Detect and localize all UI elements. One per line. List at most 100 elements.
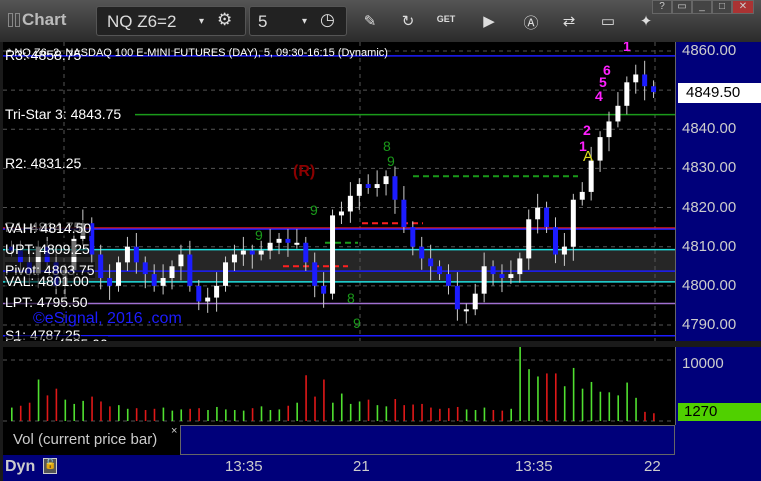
scale-mode[interactable]: Dyn xyxy=(5,458,35,476)
volume-bar xyxy=(367,399,370,421)
volume-bar xyxy=(118,405,120,421)
volume-bar xyxy=(430,407,432,421)
volume-bar xyxy=(492,410,495,421)
candle xyxy=(633,64,639,94)
volume-bar xyxy=(100,401,102,421)
candle xyxy=(392,166,398,214)
time-tick: 21 xyxy=(353,458,370,475)
volume-bar xyxy=(483,407,486,421)
candle xyxy=(642,60,648,101)
volume-bar xyxy=(653,413,655,421)
volume-pane[interactable] xyxy=(3,347,675,425)
candle xyxy=(347,182,353,223)
watermark: ©eSignal, 2016 .com xyxy=(33,310,182,327)
volume-bar xyxy=(510,408,512,421)
axis-filler xyxy=(675,425,761,455)
link-icon[interactable]: ⇄ xyxy=(559,12,579,30)
a-circle-icon[interactable]: Ⓐ xyxy=(521,12,541,33)
price-tick: 4840.00 xyxy=(682,120,737,138)
volume-bar xyxy=(590,381,593,421)
candle xyxy=(330,209,336,300)
comment-icon[interactable]: ▭ xyxy=(598,12,618,30)
twitter-icon[interactable]: ✦ xyxy=(636,12,656,30)
setup-count: 1 xyxy=(623,42,631,54)
setup-count: 9 xyxy=(353,315,361,331)
volume-bar xyxy=(403,405,405,421)
volume-bar xyxy=(153,408,156,421)
volume-bar xyxy=(171,410,174,421)
volume-tick: 10000 xyxy=(682,355,724,372)
volume-legend: Vol (current price bar) × xyxy=(3,425,180,455)
volume-bar xyxy=(242,410,245,421)
volume-axis[interactable]: 10000 1270 xyxy=(675,347,761,425)
volume-bar xyxy=(528,369,530,421)
volume-bar xyxy=(225,409,227,421)
candle xyxy=(365,174,371,194)
pencil-icon[interactable]: ✎ xyxy=(360,12,380,30)
volume-bar xyxy=(412,404,414,421)
time-axis[interactable]: Dyn 🔓 13:35 21 13:35 22 xyxy=(3,455,761,481)
r-annotation: (R) xyxy=(293,163,316,180)
volume-bar xyxy=(82,400,84,421)
setup-count: 9 xyxy=(255,227,263,243)
price-chart[interactable]: * NQ Z6=2, NASDAQ 100 E-MINI FUTURES (DA… xyxy=(3,42,675,341)
maximize-button[interactable]: □ xyxy=(712,0,732,14)
restore-menu-button[interactable]: ▭ xyxy=(672,0,692,14)
close-study-button[interactable]: × xyxy=(171,425,177,437)
volume-bar xyxy=(456,406,459,421)
level-label: R3: 4858.75 xyxy=(5,46,82,63)
close-button[interactable]: ✕ xyxy=(732,0,754,14)
price-axis[interactable]: 4860.004850.004840.004830.004820.004810.… xyxy=(675,42,761,341)
candle xyxy=(463,303,469,324)
candle xyxy=(356,178,362,210)
minimize-button[interactable]: _ xyxy=(692,0,712,14)
lock-icon[interactable]: 🔓 xyxy=(43,458,57,474)
clock-icon[interactable]: ◷ xyxy=(320,10,335,30)
volume-bar xyxy=(554,373,557,421)
candle xyxy=(187,240,193,292)
price-tick: 4800.00 xyxy=(682,276,737,294)
volume-bar xyxy=(447,408,450,421)
candle xyxy=(624,76,630,115)
volume-bar xyxy=(563,386,566,421)
help-button[interactable]: ? xyxy=(652,0,672,14)
volume-bar xyxy=(644,411,646,421)
candle xyxy=(401,186,407,234)
volume-bar xyxy=(162,407,165,421)
level-label: Tri-Star 3: 4843.75 xyxy=(5,105,122,122)
level-label: UPT: 4809.25 xyxy=(5,240,90,257)
volume-bar xyxy=(581,388,584,421)
setup-count: 2 xyxy=(583,122,591,138)
volume-bar xyxy=(189,408,191,421)
volume-bar xyxy=(144,410,147,421)
volume-bar xyxy=(269,410,272,421)
volume-bar xyxy=(278,409,281,421)
interval-value: 5 xyxy=(258,12,268,31)
symbol-select[interactable]: NQ Z6=2 ▾ ⚙ xyxy=(96,6,246,36)
volume-bar xyxy=(519,347,521,421)
volume-bar xyxy=(233,410,236,421)
refresh-icon[interactable]: ↻ xyxy=(398,12,418,30)
volume-bar xyxy=(91,396,93,421)
setup-a-marker: A xyxy=(583,148,594,165)
setup-count: 9 xyxy=(387,153,395,169)
price-tick: 4860.00 xyxy=(682,42,737,59)
candle xyxy=(579,182,585,206)
current-volume-label: 1270 xyxy=(678,403,761,421)
play-icon[interactable]: ▶ xyxy=(479,12,499,30)
get-icon[interactable]: GET xyxy=(436,14,456,24)
level-label: LPT: 4795.50 xyxy=(5,294,88,311)
volume-bar xyxy=(349,403,352,421)
gear-icon[interactable]: ⚙ xyxy=(217,10,232,30)
volume-plot xyxy=(3,347,675,422)
volume-bar xyxy=(180,409,183,421)
volume-bar xyxy=(608,392,611,421)
setup-count: 8 xyxy=(347,290,355,306)
time-tick: 13:35 xyxy=(515,458,553,475)
volume-bar xyxy=(599,391,602,421)
candle xyxy=(472,283,478,316)
candle xyxy=(205,287,211,313)
title-bar: Chart NQ Z6=2 ▾ ⚙ 5 ▾ ◷ ✎ ↻ GET ▶ Ⓐ ⇄ ▭ ✦ ? … xyxy=(0,0,761,42)
interval-select[interactable]: 5 ▾ ◷ xyxy=(249,6,347,36)
volume-bar xyxy=(109,406,111,421)
